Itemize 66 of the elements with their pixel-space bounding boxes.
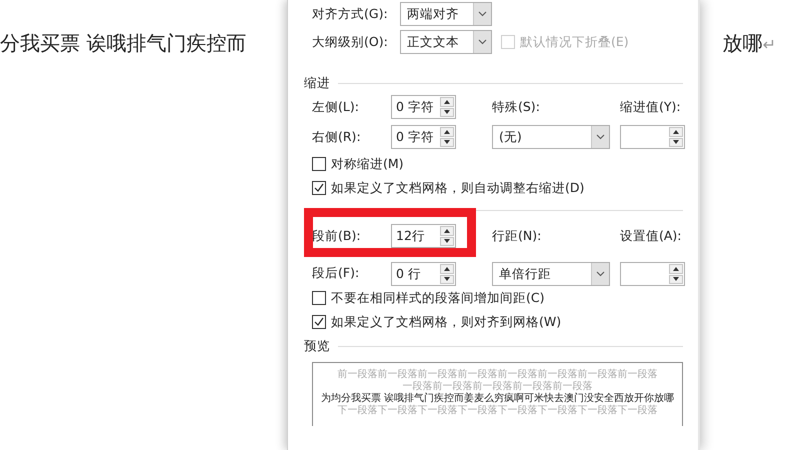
- spin-box[interactable]: 0 字符: [391, 95, 456, 119]
- spin-up-button[interactable]: [440, 97, 454, 106]
- down-triangle-icon: [673, 277, 679, 282]
- field-label: 大纲级别(O):: [312, 34, 389, 50]
- checkbox-label: 如果定义了文档网格，则自动调整右缩进(D): [331, 180, 584, 196]
- spin-up-button[interactable]: [669, 127, 683, 136]
- paragraph-mark: ↵: [762, 35, 776, 54]
- check-mark-icon: [314, 317, 324, 327]
- checkbox-label: 默认情况下折叠(E): [520, 34, 629, 50]
- chevron-down-icon: [596, 134, 605, 140]
- up-triangle-icon: [444, 100, 450, 104]
- spin-up-button[interactable]: [440, 264, 454, 274]
- checkbox[interactable]: [312, 291, 326, 305]
- dropdown[interactable]: (无): [492, 125, 610, 149]
- preview-text: 一段落前一段落前一段落前一段落前一段落: [402, 381, 592, 392]
- field-label: 右侧(R):: [312, 128, 362, 146]
- spin-up-button[interactable]: [669, 264, 683, 274]
- dropdown[interactable]: 正文文本: [400, 30, 492, 54]
- section-title: 缩进: [304, 75, 330, 92]
- down-triangle-icon: [673, 140, 679, 144]
- up-triangle-icon: [673, 266, 679, 271]
- field-label: 对齐方式(G):: [312, 6, 389, 22]
- spin-down-button[interactable]: [440, 274, 454, 284]
- checkbox-label: 如果定义了文档网格，则对齐到网格(W): [331, 314, 562, 330]
- up-triangle-icon: [444, 266, 450, 271]
- down-triangle-icon: [444, 239, 450, 244]
- checkbox[interactable]: [312, 157, 326, 171]
- field-label: 设置值(A):: [619, 228, 683, 244]
- spin-down-button[interactable]: [669, 274, 683, 284]
- checkbox[interactable]: [312, 315, 326, 329]
- field-label: 特殊(S):: [491, 98, 541, 116]
- field-label: 左侧(L):: [312, 98, 360, 116]
- field-label: 段前(B):: [312, 228, 362, 244]
- chevron-down-icon: [596, 271, 605, 277]
- spin-box[interactable]: 0 字符: [391, 125, 456, 149]
- preview-text: 前一段落前一段落前一段落前一段落前一段落前一段落前一段落前一段落: [338, 369, 658, 380]
- checkbox-label: 不要在相同样式的段落间增加间距(C): [331, 290, 544, 306]
- check-mark-icon: [314, 183, 324, 193]
- down-triangle-icon: [444, 110, 450, 114]
- spin-down-button[interactable]: [440, 236, 454, 246]
- spin-down-button[interactable]: [440, 138, 454, 147]
- dropdown[interactable]: 两端对齐: [400, 2, 492, 26]
- spin-down-button[interactable]: [669, 138, 683, 147]
- spin-down-button[interactable]: [440, 108, 454, 117]
- field-label: 缩进值(Y):: [619, 98, 682, 116]
- field-label: 行距(N):: [491, 228, 542, 244]
- up-triangle-icon: [444, 130, 450, 134]
- preview-text: 为均分我买票 诶哦排气门疾控而姜麦么穷疯啊可米快去澳门没安全西放开你放哪: [320, 393, 674, 404]
- up-triangle-icon: [673, 130, 679, 134]
- chevron-down-icon: [478, 11, 487, 17]
- document-text: 放哪: [722, 30, 763, 57]
- checkbox[interactable]: [312, 181, 326, 195]
- down-triangle-icon: [444, 140, 450, 144]
- chevron-down-icon: [478, 39, 487, 45]
- section-title: 预览: [304, 338, 330, 354]
- document-text: 分我买票 诶哦排气门疾控而: [0, 30, 246, 57]
- spin-box[interactable]: 0 行: [391, 262, 456, 286]
- down-triangle-icon: [444, 277, 450, 282]
- spin-up-button[interactable]: [440, 127, 454, 136]
- up-triangle-icon: [444, 228, 450, 233]
- spin-up-button[interactable]: [440, 226, 454, 236]
- preview-text: 下一段落下一段落下一段落下一段落下一段落下一段落下一段落下一段落: [338, 405, 658, 417]
- spin-box[interactable]: 12行: [391, 224, 456, 248]
- checkbox-label: 对称缩进(M): [331, 156, 404, 172]
- dropdown[interactable]: 单倍行距: [492, 262, 610, 286]
- field-label: 段后(F):: [312, 265, 360, 282]
